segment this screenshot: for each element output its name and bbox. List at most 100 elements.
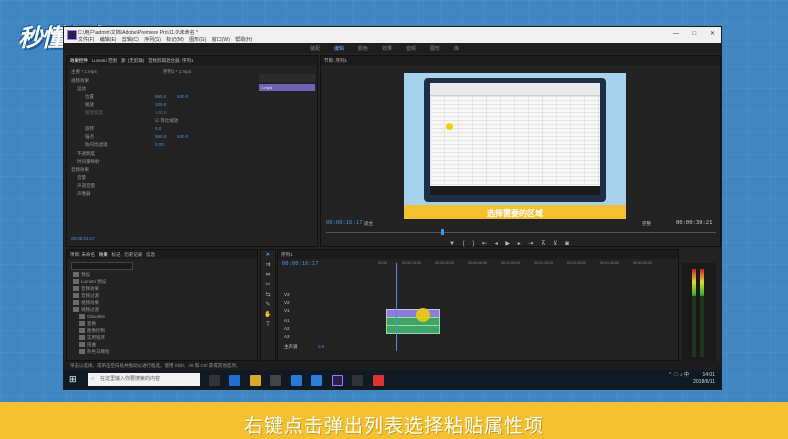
track-v2[interactable]: V2 <box>284 300 290 305</box>
fx-folder-presets[interactable]: 预设 <box>73 272 90 278</box>
window-title: C:\用户\admin\文档\Adobe\Premiere Pro\11.0\未… <box>78 30 198 36</box>
fit-dropdown[interactable]: 适合 <box>364 221 373 227</box>
fx-folder-obsolete[interactable]: Obsolete <box>79 314 105 320</box>
section-panner[interactable]: 声像器 <box>77 191 91 197</box>
tray-icons[interactable]: ⌃ ☁ ♪ 中 <box>668 372 689 378</box>
edge-browser-icon[interactable] <box>229 375 241 386</box>
audio-clip-a2[interactable] <box>386 325 440 334</box>
prop-position-x[interactable]: 960.0 <box>155 94 166 99</box>
effects-search-input[interactable] <box>71 262 133 270</box>
premiere-taskbar-icon[interactable] <box>331 375 343 386</box>
prop-position-y[interactable]: 540.0 <box>177 94 188 99</box>
mini-clip-bar[interactable]: 1.mp4 <box>259 84 315 91</box>
task-view-icon[interactable] <box>209 375 220 386</box>
effect-controls-timecode[interactable]: 00:00:16:17 <box>71 236 95 241</box>
fx-folder-image-control[interactable]: 图像控制 <box>79 328 105 334</box>
track-select-tool-icon[interactable]: ⇉ <box>261 260 275 270</box>
program-monitor-title[interactable]: 节目: 序列1 <box>324 58 347 63</box>
section-opacity[interactable]: 不透明度 <box>77 151 95 157</box>
prop-rotation-value[interactable]: 0.0 <box>155 126 161 131</box>
fx-folder-noise[interactable]: 杂色与颗粒 <box>79 349 110 355</box>
tab-effect-controls[interactable]: 效果控件 <box>70 58 88 63</box>
track-a2[interactable]: A2 <box>284 326 290 331</box>
section-motion[interactable]: 运动 <box>77 86 86 92</box>
mark-out-icon[interactable]: } <box>472 241 474 247</box>
export-frame-icon[interactable]: ◙ <box>565 241 569 247</box>
track-a1[interactable]: A1 <box>284 318 290 323</box>
tab-project[interactable]: 项目: 未命名 <box>70 252 95 257</box>
track-v3[interactable]: V3 <box>284 292 290 297</box>
section-channel-volume[interactable]: 声道音量 <box>77 183 95 189</box>
ripple-edit-tool-icon[interactable]: ⇹ <box>261 270 275 280</box>
section-time-remap[interactable]: 时间重映射 <box>77 159 100 165</box>
maximize-button[interactable]: □ <box>693 31 697 37</box>
chat-app-icon[interactable] <box>311 375 323 386</box>
tab-markers[interactable]: 标记 <box>112 252 121 257</box>
master-track-value[interactable]: 0.0 <box>318 344 324 349</box>
timeline-timecode[interactable]: 00:00:16:17 <box>282 261 318 267</box>
recorder-icon[interactable] <box>372 375 384 386</box>
fx-folder-video-effects[interactable]: 视频效果 <box>73 300 99 306</box>
tab-audio-mixer[interactable]: 音频剪辑混合器: 序列1 <box>148 58 194 63</box>
prop-scale-value[interactable]: 100.0 <box>155 102 166 107</box>
workspace-editing[interactable]: 编辑 <box>334 45 344 52</box>
windows-start-icon[interactable]: ⊞ <box>69 374 77 385</box>
workspace-color[interactable]: 颜色 <box>358 45 368 52</box>
quality-dropdown[interactable]: 完整 <box>642 221 651 227</box>
section-volume[interactable]: 音量 <box>77 175 86 181</box>
fx-folder-transform[interactable]: 变换 <box>79 321 96 327</box>
pen-tool-icon[interactable]: ✎ <box>261 300 275 310</box>
fx-folder-audio-effects[interactable]: 音频效果 <box>73 286 99 292</box>
go-to-in-icon[interactable]: ⇤ <box>482 241 487 247</box>
tab-effects[interactable]: 效果 <box>99 252 108 257</box>
timeline-playhead[interactable] <box>396 263 397 351</box>
workspace-assembly[interactable]: 装配 <box>310 45 320 52</box>
go-to-out-icon[interactable]: ⇥ <box>528 241 533 247</box>
tab-info[interactable]: 信息 <box>146 252 155 257</box>
prop-anchor-x[interactable]: 960.0 <box>155 134 166 139</box>
tab-history[interactable]: 历史记录 <box>124 252 142 257</box>
selection-tool-icon[interactable]: ➤ <box>261 250 275 260</box>
program-scrub-bar[interactable] <box>326 232 716 233</box>
sequence-tab[interactable]: 序列1 <box>281 252 293 257</box>
slip-tool-icon[interactable]: ⇆ <box>261 290 275 300</box>
fx-folder-video-transitions[interactable]: 视频过渡 <box>73 307 99 313</box>
store-icon[interactable] <box>270 375 282 386</box>
type-tool-icon[interactable]: T <box>261 320 275 330</box>
workspace-effects[interactable]: 效果 <box>382 45 392 52</box>
fx-folder-audio-transitions[interactable]: 音频过渡 <box>73 293 99 299</box>
program-playhead[interactable] <box>441 229 444 235</box>
play-icon[interactable]: ▶ <box>505 241 510 247</box>
prop-antiflicker-value[interactable]: 0.00 <box>155 142 164 147</box>
mail-icon[interactable] <box>290 375 302 386</box>
workspace-libraries[interactable]: 库 <box>454 45 459 52</box>
fx-folder-distort[interactable]: 扭曲 <box>79 342 96 348</box>
clock-date[interactable]: 2018/6/11 <box>693 379 715 385</box>
minimize-button[interactable]: — <box>673 31 679 37</box>
lift-icon[interactable]: ⊼ <box>541 241 545 247</box>
tab-source[interactable]: 源: (无剪辑) <box>121 58 145 63</box>
add-marker-icon[interactable]: ▼ <box>449 241 455 247</box>
track-a3[interactable]: A3 <box>284 334 290 339</box>
step-back-icon[interactable]: ◂ <box>495 241 498 247</box>
program-timecode-current[interactable]: 00:00:16:17 <box>326 220 362 226</box>
close-button[interactable]: ✕ <box>710 31 715 37</box>
taskbar-search-input[interactable]: ○ 在这里输入你要搜索的内容 <box>88 373 200 386</box>
clock-time[interactable]: 14:01 <box>702 372 715 378</box>
step-forward-icon[interactable]: ▸ <box>518 241 521 247</box>
fx-folder-utility[interactable]: 实用程序 <box>79 335 105 341</box>
workspace-graphics[interactable]: 图形 <box>430 45 440 52</box>
prop-anchor-y[interactable]: 540.0 <box>177 134 188 139</box>
fx-folder-lumetri[interactable]: Lumetri 预设 <box>73 279 106 285</box>
app-window-icon[interactable] <box>352 375 364 386</box>
timeline-ruler[interactable]: 00:00 00:00:15:00 00:00:30:00 00:00:45:0… <box>378 261 674 269</box>
uniform-scale-checkbox[interactable]: ☑ 等比缩放 <box>155 118 178 124</box>
file-explorer-icon[interactable] <box>249 375 261 386</box>
mark-in-icon[interactable]: { <box>463 241 465 247</box>
razor-tool-icon[interactable]: ✂ <box>261 280 275 290</box>
workspace-audio[interactable]: 音频 <box>406 45 416 52</box>
tab-lumetri-scopes[interactable]: Lumetri 范围 <box>92 58 117 63</box>
extract-icon[interactable]: ⊻ <box>553 241 557 247</box>
track-v1[interactable]: V1 <box>284 308 290 313</box>
hand-tool-icon[interactable]: ✋ <box>261 310 275 320</box>
